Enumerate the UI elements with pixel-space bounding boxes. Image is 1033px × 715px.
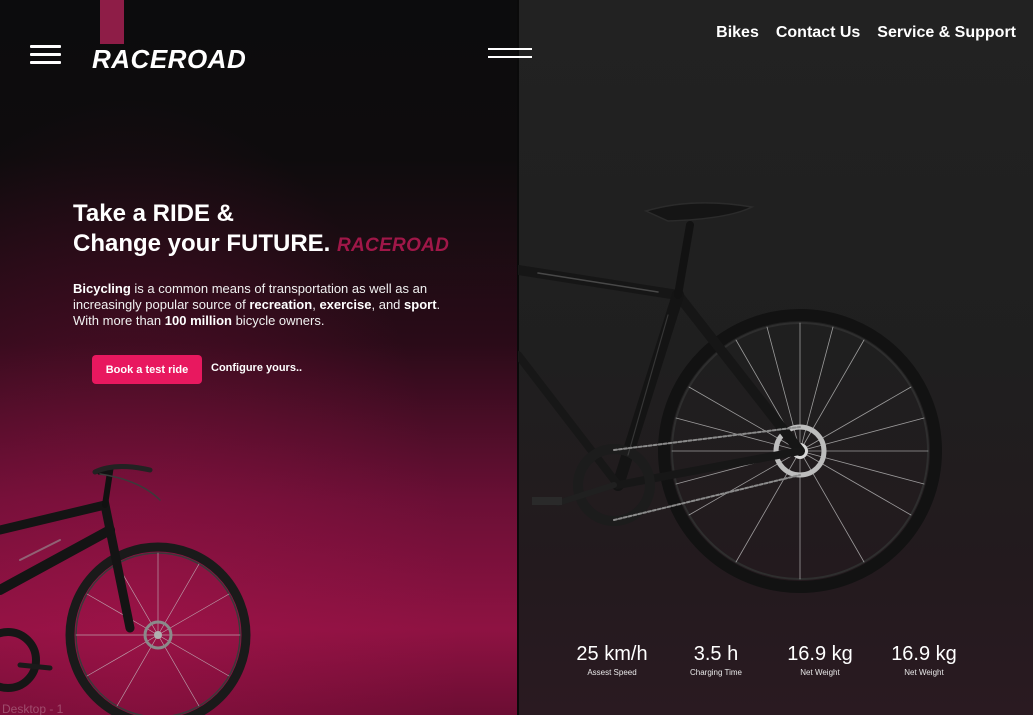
desc-bold-recreation: recreation <box>249 297 313 312</box>
desc-bold-sport: sport <box>404 297 437 312</box>
hero-brand-inline: RACEROAD <box>337 235 450 256</box>
stat-weight-value: 16.9 kg <box>787 643 853 665</box>
stat-charging-label: Charging Time <box>689 668 743 677</box>
stat-weight: 16.9 kg Net Weight <box>768 641 872 678</box>
nav-item-contact-us[interactable]: Contact Us <box>776 23 860 43</box>
stat-weight-2-label: Net Weight <box>904 668 944 677</box>
specs-stats: 25 km/h Assest Speed 3.5 h Charging Time… <box>560 641 976 678</box>
desc-bold-exercise: exercise <box>319 297 372 312</box>
desc-bold-owners: 100 million <box>164 313 232 328</box>
desc-bold-bicycling: Bicycling <box>73 281 131 296</box>
hero-title-line1: Take a RIDE & <box>73 200 234 227</box>
bicycle-left-image <box>0 464 251 715</box>
bicycle-right-image <box>518 202 942 593</box>
frame-label: Desktop - 1 <box>2 702 64 715</box>
stat-weight-label: Net Weight <box>800 668 840 677</box>
hero-description: Bicycling is a common means of transport… <box>73 281 453 329</box>
stat-weight-2-value: 16.9 kg <box>891 643 957 665</box>
stat-speed: 25 km/h Assest Speed <box>560 641 664 678</box>
menu-toggle-icon[interactable] <box>488 46 532 60</box>
desc-text-5: bicycle owners. <box>231 313 325 328</box>
stat-charging: 3.5 h Charging Time <box>664 641 768 678</box>
desc-text-3: , and <box>371 297 405 312</box>
stat-speed-label: Assest Speed <box>587 668 637 677</box>
nav-item-bikes[interactable]: Bikes <box>716 23 759 43</box>
brand-logo[interactable]: RACEROAD <box>92 44 246 75</box>
nav-item-service-support[interactable]: Service & Support <box>877 23 1016 43</box>
stat-charging-value: 3.5 h <box>693 643 739 665</box>
hero-title-line2: Change your FUTURE. <box>73 230 331 257</box>
stat-weight-2: 16.9 kg Net Weight <box>872 641 976 678</box>
book-test-ride-button[interactable]: Book a test ride <box>92 355 202 384</box>
hamburger-menu-icon[interactable] <box>30 45 61 65</box>
top-navigation: Bikes Contact Us Service & Support <box>716 23 1016 43</box>
stat-speed-value: 25 km/h <box>576 643 648 665</box>
configure-yours-link[interactable]: Configure yours.. <box>211 362 302 374</box>
accent-bar <box>100 0 124 44</box>
hero-title: Take a RIDE & Change your FUTURE. RACERO… <box>73 199 449 261</box>
